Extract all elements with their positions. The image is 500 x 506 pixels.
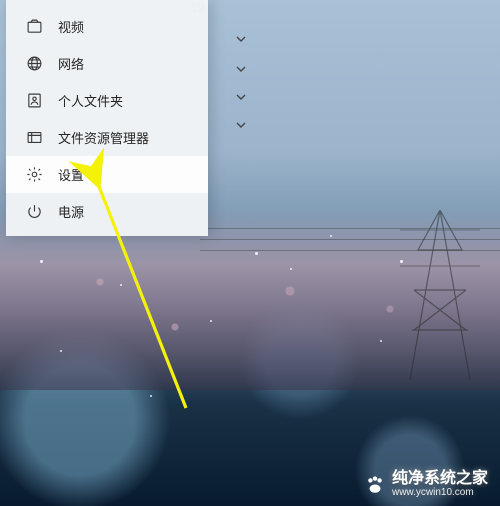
paw-icon: [364, 474, 386, 496]
snow-particle: [150, 395, 152, 397]
start-menu-item-video[interactable]: 视频: [6, 8, 208, 45]
video-icon: [24, 17, 44, 37]
snow-particle: [210, 320, 212, 322]
explorer-icon: [24, 128, 44, 148]
snow-particle: [60, 350, 62, 352]
snow-particle: [40, 260, 43, 263]
start-menu-item-network[interactable]: 网络: [6, 45, 208, 82]
start-menu-item-label: 网络: [58, 54, 84, 73]
snow-particle: [330, 235, 332, 237]
desktop-wallpaper: 19 视频网络个人文件夹文件资源管理器设置电源 纯净系统之家 w: [0, 0, 500, 506]
chevron-down-icon[interactable]: [236, 120, 246, 130]
network-icon: [24, 54, 44, 74]
wallpaper-pylon: [400, 210, 480, 380]
settings-icon: [24, 165, 44, 185]
start-menu-item-label: 个人文件夹: [58, 91, 123, 110]
watermark-url: www.ycwin10.com: [392, 487, 488, 498]
snow-particle: [120, 284, 122, 286]
chevron-down-icon[interactable]: [236, 92, 246, 102]
start-menu-item-power[interactable]: 电源: [6, 193, 208, 230]
start-menu-item-explorer[interactable]: 文件资源管理器: [6, 119, 208, 156]
start-menu-side-panel: 视频网络个人文件夹文件资源管理器设置电源: [6, 0, 208, 236]
chevron-down-icon[interactable]: [236, 34, 246, 44]
start-menu-item-settings[interactable]: 设置: [6, 156, 208, 193]
start-menu-item-label: 视频: [58, 17, 84, 36]
start-menu-item-folder[interactable]: 个人文件夹: [6, 82, 208, 119]
snow-particle: [400, 260, 403, 263]
start-menu-item-label: 文件资源管理器: [58, 128, 149, 147]
watermark: 纯净系统之家 www.ycwin10.com: [364, 471, 488, 498]
start-menu-item-label: 设置: [58, 165, 84, 184]
snow-particle: [255, 252, 258, 255]
chevron-down-icon[interactable]: [236, 64, 246, 74]
watermark-text: 纯净系统之家: [392, 471, 488, 487]
start-menu-item-label: 电源: [58, 202, 84, 221]
expand-chevron-column: [214, 0, 264, 150]
snow-particle: [380, 340, 382, 342]
power-icon: [24, 202, 44, 222]
folder-icon: [24, 91, 44, 111]
snow-particle: [290, 268, 292, 270]
